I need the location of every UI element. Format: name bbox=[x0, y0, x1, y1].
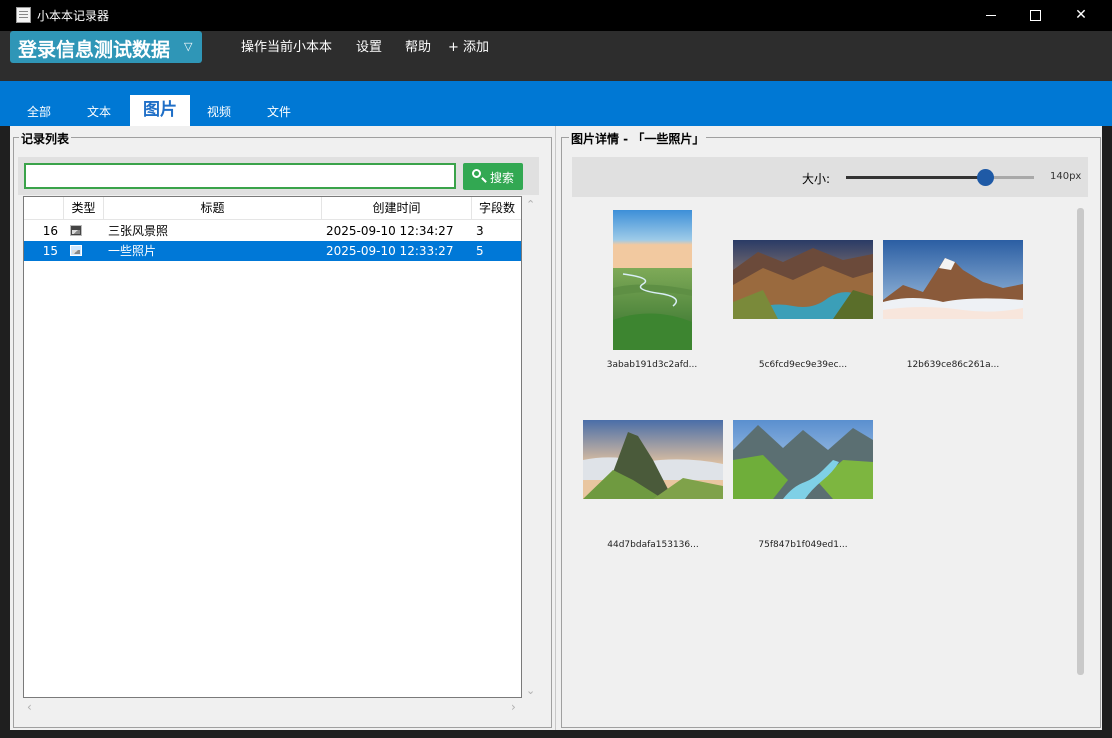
image-type-icon bbox=[70, 225, 82, 236]
size-slider-fill bbox=[846, 176, 986, 179]
size-control-bar: 大小: 140px bbox=[572, 157, 1088, 197]
tab-strip: 全部 文本 图片 视频 文件 bbox=[0, 81, 1112, 126]
row-title: 一些照片 bbox=[108, 244, 157, 258]
menu-operate-notebook[interactable]: 操作当前小本本 bbox=[241, 36, 332, 55]
image-thumbnail[interactable] bbox=[883, 240, 1023, 319]
scroll-down-icon[interactable]: ⌄ bbox=[526, 684, 535, 697]
image-thumbnail[interactable] bbox=[733, 240, 873, 319]
row-fields: 5 bbox=[476, 244, 484, 258]
image-caption: 5c6fcd9ec9e39ec... bbox=[758, 360, 848, 370]
records-table: 类型 标题 创建时间 字段数 16 三张风景照 2025-09-10 12:34… bbox=[23, 196, 522, 698]
search-button-label: 搜索 bbox=[490, 171, 515, 185]
menu-help[interactable]: 帮助 bbox=[405, 36, 431, 55]
tab-video[interactable]: 视频 bbox=[207, 103, 231, 120]
size-value: 140px bbox=[1050, 171, 1082, 182]
column-header-title[interactable]: 标题 bbox=[104, 197, 322, 219]
notebook-selector[interactable]: 登录信息测试数据 ▽ bbox=[10, 31, 202, 63]
image-caption: 44d7bdafa153136... bbox=[607, 540, 699, 550]
tab-images[interactable]: 图片 bbox=[130, 95, 190, 126]
window-title: 小本本记录器 bbox=[37, 9, 110, 23]
menu-settings[interactable]: 设置 bbox=[356, 36, 382, 55]
row-id: 16 bbox=[42, 224, 58, 238]
row-title: 三张风景照 bbox=[108, 224, 169, 238]
menu-add[interactable]: + 添加 bbox=[448, 36, 489, 55]
maximize-icon bbox=[1029, 9, 1041, 21]
image-gallery: 3abab191d3c2afd... 5c6fcd9ec9e39ec... 12… bbox=[572, 200, 1072, 680]
record-list-title: 记录列表 bbox=[19, 130, 72, 147]
size-slider-handle[interactable] bbox=[977, 169, 995, 186]
image-thumbnail[interactable] bbox=[733, 420, 873, 499]
row-fields: 3 bbox=[476, 224, 484, 238]
minimize-icon bbox=[986, 14, 996, 16]
title-bar: 小本本记录器 ✕ bbox=[0, 0, 1112, 31]
search-button[interactable]: 搜索 bbox=[463, 163, 523, 190]
image-thumbnail[interactable] bbox=[583, 420, 723, 499]
dropdown-arrow-icon: ▽ bbox=[184, 40, 193, 53]
size-label: 大小: bbox=[802, 172, 831, 186]
image-caption: 3abab191d3c2afd... bbox=[606, 360, 698, 370]
minimize-button[interactable] bbox=[968, 0, 1014, 31]
image-type-icon bbox=[70, 245, 82, 256]
tab-all[interactable]: 全部 bbox=[27, 103, 51, 120]
notebook-name: 登录信息测试数据 bbox=[18, 39, 171, 61]
image-caption: 12b639ce86c261a... bbox=[906, 360, 1000, 370]
search-input[interactable] bbox=[24, 163, 456, 189]
image-caption: 75f847b1f049ed1... bbox=[758, 540, 848, 550]
menu-bar: 登录信息测试数据 ▽ 操作当前小本本 设置 帮助 + 添加 bbox=[0, 31, 1112, 81]
gallery-scrollbar[interactable] bbox=[1077, 208, 1084, 675]
app-window: 小本本记录器 ✕ 登录信息测试数据 ▽ 操作当前小本本 设置 帮助 + 添加 全… bbox=[0, 0, 1112, 738]
panel-splitter[interactable] bbox=[555, 126, 560, 730]
table-row-selected[interactable]: 15 一些照片 2025-09-10 12:33:27 5 bbox=[24, 241, 521, 261]
row-created: 2025-09-10 12:34:27 bbox=[326, 224, 454, 238]
close-icon: ✕ bbox=[1075, 7, 1087, 23]
scroll-up-icon[interactable]: ⌃ bbox=[526, 198, 535, 211]
scroll-left-icon[interactable]: ‹ bbox=[27, 700, 32, 714]
maximize-button[interactable] bbox=[1012, 0, 1058, 31]
column-header-created[interactable]: 创建时间 bbox=[322, 197, 472, 219]
search-icon bbox=[472, 169, 481, 178]
column-header-fields[interactable]: 字段数 bbox=[472, 197, 521, 219]
tab-text[interactable]: 文本 bbox=[87, 103, 111, 120]
notepad-app-icon bbox=[16, 7, 31, 23]
column-header-type[interactable]: 类型 bbox=[64, 197, 104, 219]
image-thumbnail[interactable] bbox=[613, 210, 692, 350]
tab-files[interactable]: 文件 bbox=[267, 103, 291, 120]
row-created: 2025-09-10 12:33:27 bbox=[326, 244, 454, 258]
table-header: 类型 标题 创建时间 字段数 bbox=[24, 197, 521, 220]
close-button[interactable]: ✕ bbox=[1058, 0, 1104, 31]
scroll-right-icon[interactable]: › bbox=[511, 700, 516, 714]
row-id: 15 bbox=[42, 244, 58, 258]
column-header-id[interactable] bbox=[24, 197, 64, 219]
size-slider[interactable] bbox=[846, 169, 1034, 186]
image-detail-title: 图片详情 - 「一些照片」 bbox=[569, 130, 707, 147]
table-row[interactable]: 16 三张风景照 2025-09-10 12:34:27 3 bbox=[24, 221, 521, 241]
window-bottom-edge bbox=[0, 730, 1112, 738]
